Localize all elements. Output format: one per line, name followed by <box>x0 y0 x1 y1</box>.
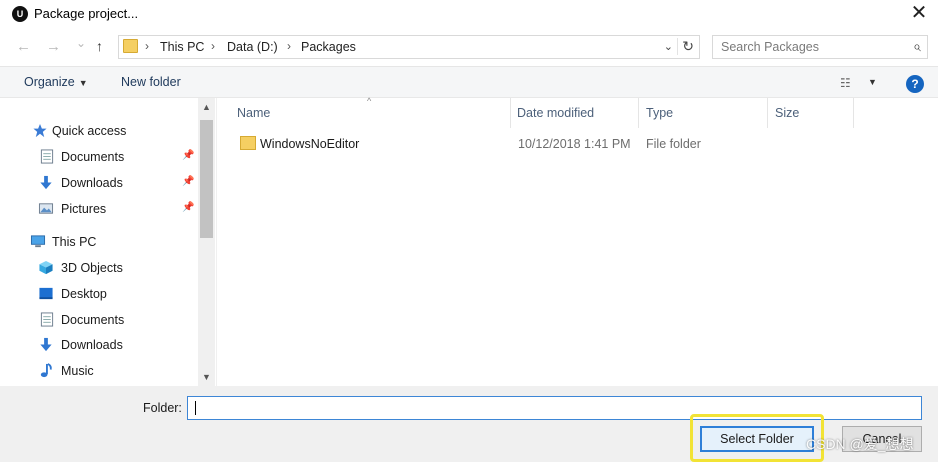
sidebar-item-documents-pc[interactable]: Documents <box>0 310 196 330</box>
breadcrumb-data-drive[interactable]: Data (D:) <box>227 40 278 54</box>
command-bar: Organize ▼ New folder ☷ ▼ ? <box>0 66 938 98</box>
column-divider[interactable] <box>853 98 854 128</box>
sidebar-item-downloads-pc[interactable]: Downloads <box>0 335 196 355</box>
file-date-modified: 10/12/2018 1:41 PM <box>518 137 631 151</box>
pin-icon: 📌 <box>182 150 195 161</box>
pin-icon: 📌 <box>182 176 195 187</box>
sidebar-item-quick-access[interactable]: Quick access <box>0 121 196 141</box>
sidebar-item-music[interactable]: Music <box>0 361 196 381</box>
recent-locations-button[interactable]: ⌄ <box>76 36 86 50</box>
column-divider[interactable] <box>767 98 768 128</box>
sidebar-item-pictures[interactable]: Pictures 📌 <box>0 199 196 219</box>
chevron-down-icon[interactable]: ⌄ <box>664 40 673 53</box>
file-name: WindowsNoEditor <box>260 137 360 151</box>
navigation-bar: ← → ⌄ ↑ › This PC › Data (D:) › Packages… <box>0 30 938 64</box>
search-icon[interactable]: ⌕ <box>913 38 921 55</box>
sidebar-item-label: Quick access <box>52 124 127 138</box>
forward-button[interactable]: → <box>46 38 61 55</box>
breadcrumb-this-pc[interactable]: This PC <box>160 40 204 54</box>
sidebar-item-desktop[interactable]: Desktop <box>0 284 196 304</box>
view-options-icon[interactable]: ☷ <box>840 76 851 90</box>
unreal-logo-icon: U <box>12 6 28 22</box>
documents-icon <box>40 149 54 164</box>
new-folder-button[interactable]: New folder <box>121 75 181 89</box>
file-list: ^ Name Date modified Type Size WindowsNo… <box>217 96 938 386</box>
star-icon <box>33 123 47 138</box>
navigation-pane: Quick access Documents 📌 Downloads 📌 Pic… <box>0 98 217 386</box>
select-folder-button[interactable]: Select Folder <box>700 426 814 452</box>
caret-down-icon: ▼ <box>78 78 88 88</box>
downloads-icon <box>40 175 52 190</box>
window-title: Package project... <box>34 6 139 21</box>
column-divider[interactable] <box>638 98 639 128</box>
breadcrumb-separator: › <box>145 39 149 53</box>
refresh-icon[interactable]: ↻ <box>677 38 694 55</box>
sidebar-item-label: Documents <box>61 313 125 327</box>
sidebar-item-3d-objects[interactable]: 3D Objects <box>0 258 196 278</box>
column-header-date-modified[interactable]: Date modified <box>517 98 594 128</box>
folder-icon <box>123 39 138 53</box>
sidebar-item-documents[interactable]: Documents 📌 <box>0 147 196 167</box>
sidebar-item-label: Downloads <box>61 338 123 352</box>
pictures-icon <box>38 203 54 214</box>
column-divider[interactable] <box>510 98 511 128</box>
dialog-footer: Folder: Select Folder Cancel CSDN @爱_想想 <box>0 386 938 462</box>
cube-icon <box>39 260 53 275</box>
sidebar-item-label: Downloads <box>61 176 123 190</box>
folder-label: Folder: <box>143 401 182 415</box>
scrollbar-thumb[interactable] <box>200 120 213 238</box>
folder-icon <box>240 136 256 150</box>
help-icon[interactable]: ? <box>906 75 924 93</box>
pin-icon: 📌 <box>182 202 195 213</box>
sort-ascending-icon: ^ <box>367 96 372 106</box>
sidebar-item-label: Desktop <box>61 287 107 301</box>
title-bar: U Package project... ✕ <box>0 0 938 28</box>
close-button[interactable]: ✕ <box>906 2 932 26</box>
search-box[interactable]: Search Packages ⌕ <box>712 35 928 59</box>
sidebar-item-label: Music <box>61 364 94 378</box>
sidebar-item-downloads[interactable]: Downloads 📌 <box>0 173 196 193</box>
column-header-type[interactable]: Type <box>646 98 673 128</box>
text-cursor <box>195 401 196 415</box>
search-input[interactable]: Search Packages <box>721 40 819 54</box>
column-header-name[interactable]: Name <box>237 98 270 128</box>
breadcrumb-separator[interactable]: › <box>287 39 291 53</box>
sidebar-item-label: Documents <box>61 150 125 164</box>
documents-icon <box>40 312 54 327</box>
breadcrumb-separator[interactable]: › <box>211 39 215 53</box>
music-icon <box>40 363 52 378</box>
column-header-size[interactable]: Size <box>775 98 799 128</box>
file-type: File folder <box>646 137 701 151</box>
organize-label: Organize <box>24 75 75 89</box>
sidebar-item-label: 3D Objects <box>61 261 123 275</box>
sidebar-item-label: Pictures <box>61 202 107 216</box>
sidebar-item-label: This PC <box>52 235 97 249</box>
sidebar-item-this-pc[interactable]: This PC <box>0 232 196 252</box>
scroll-down-arrow-icon[interactable]: ▼ <box>198 372 215 382</box>
file-row[interactable]: WindowsNoEditor 10/12/2018 1:41 PM File … <box>233 134 833 154</box>
organize-button[interactable]: Organize ▼ <box>24 75 88 89</box>
desktop-icon <box>39 287 53 300</box>
address-bar[interactable]: › This PC › Data (D:) › Packages ⌄ ↻ <box>118 35 700 59</box>
up-button[interactable]: ↑ <box>96 38 103 54</box>
downloads-icon <box>40 337 52 352</box>
watermark-text: CSDN @爱_想想 <box>806 436 914 452</box>
breadcrumb-packages[interactable]: Packages <box>301 40 356 54</box>
computer-icon <box>30 235 46 248</box>
caret-down-icon[interactable]: ▼ <box>868 77 877 87</box>
sidebar-scrollbar[interactable]: ▲ ▼ <box>198 98 215 386</box>
scroll-up-arrow-icon[interactable]: ▲ <box>198 102 215 112</box>
back-button[interactable]: ← <box>16 38 31 55</box>
